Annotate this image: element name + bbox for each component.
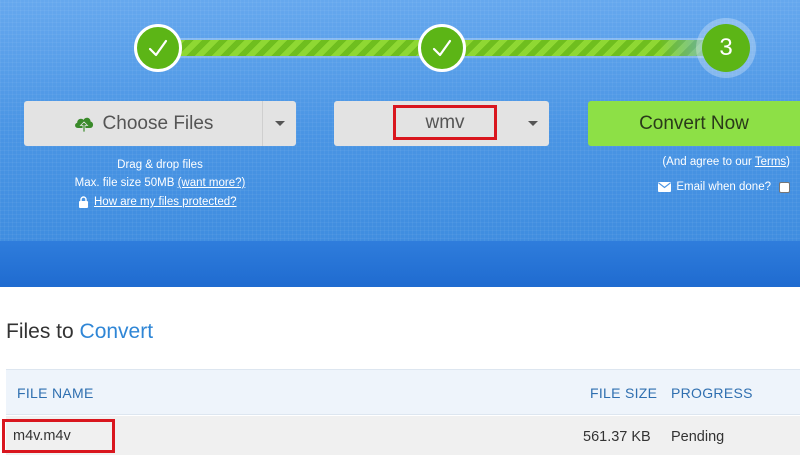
- table-row: m4v.m4v 561.37 KB Pending: [2, 416, 800, 455]
- upload-info: Drag & drop files Max. file size 50MB (w…: [24, 156, 296, 192]
- email-option: Email when done?: [658, 181, 790, 193]
- choose-files-label: Choose Files: [102, 112, 214, 134]
- choose-files-dropdown[interactable]: [262, 101, 296, 146]
- file-size: 561.37 KB: [583, 429, 651, 445]
- files-table-header: FILE NAME FILE SIZE PROGRESS: [6, 369, 800, 415]
- choose-files-button[interactable]: Choose Files: [24, 101, 296, 146]
- protected-link[interactable]: How are my files protected?: [94, 196, 237, 208]
- file-name: m4v.m4v: [13, 428, 71, 444]
- terms-suffix: ): [786, 156, 790, 168]
- terms-link[interactable]: Terms: [755, 156, 786, 168]
- files-title-accent: Convert: [79, 320, 154, 343]
- max-size-line: Max. file size 50MB (want more?): [24, 174, 296, 192]
- max-size-text: Max. file size 50MB: [74, 177, 175, 189]
- lock-icon: [79, 196, 88, 208]
- step-3-current: 3: [702, 24, 750, 72]
- format-value: wmv: [425, 111, 465, 133]
- file-name-highlight-box: m4v.m4v: [2, 419, 115, 453]
- column-progress: PROGRESS: [671, 385, 753, 401]
- convert-label: Convert Now: [639, 112, 749, 134]
- step-2-complete: [418, 24, 466, 72]
- choose-files-main[interactable]: Choose Files: [24, 101, 262, 146]
- email-label: Email when done?: [676, 181, 771, 193]
- hero-wave: [0, 241, 800, 287]
- caret-down-icon: [274, 121, 285, 126]
- protection-info: How are my files protected?: [78, 196, 237, 208]
- convert-now-button[interactable]: Convert Now: [588, 101, 800, 146]
- terms-text: (And agree to our Terms): [662, 156, 790, 168]
- checkmark-icon: [148, 39, 168, 57]
- terms-prefix: (And agree to our: [662, 156, 755, 168]
- format-select[interactable]: wmv: [334, 101, 549, 146]
- files-title-prefix: Files to: [6, 320, 74, 343]
- email-checkbox[interactable]: [779, 181, 790, 193]
- column-file-name: FILE NAME: [17, 385, 94, 401]
- files-title: Files to Convert: [6, 320, 153, 344]
- checkmark-icon: [432, 39, 452, 57]
- format-highlight-box: wmv: [393, 105, 497, 140]
- envelope-icon: [658, 182, 672, 192]
- want-more-link[interactable]: (want more?): [178, 177, 246, 189]
- step-1-complete: [134, 24, 182, 72]
- file-progress: Pending: [671, 429, 725, 445]
- caret-down-icon: [528, 121, 538, 126]
- step-number: 3: [719, 34, 733, 61]
- cloud-upload-icon: [74, 117, 93, 132]
- column-file-size: FILE SIZE: [590, 385, 658, 401]
- files-section: Files to Convert FILE NAME FILE SIZE PRO…: [0, 287, 800, 455]
- drag-drop-text: Drag & drop files: [117, 159, 203, 171]
